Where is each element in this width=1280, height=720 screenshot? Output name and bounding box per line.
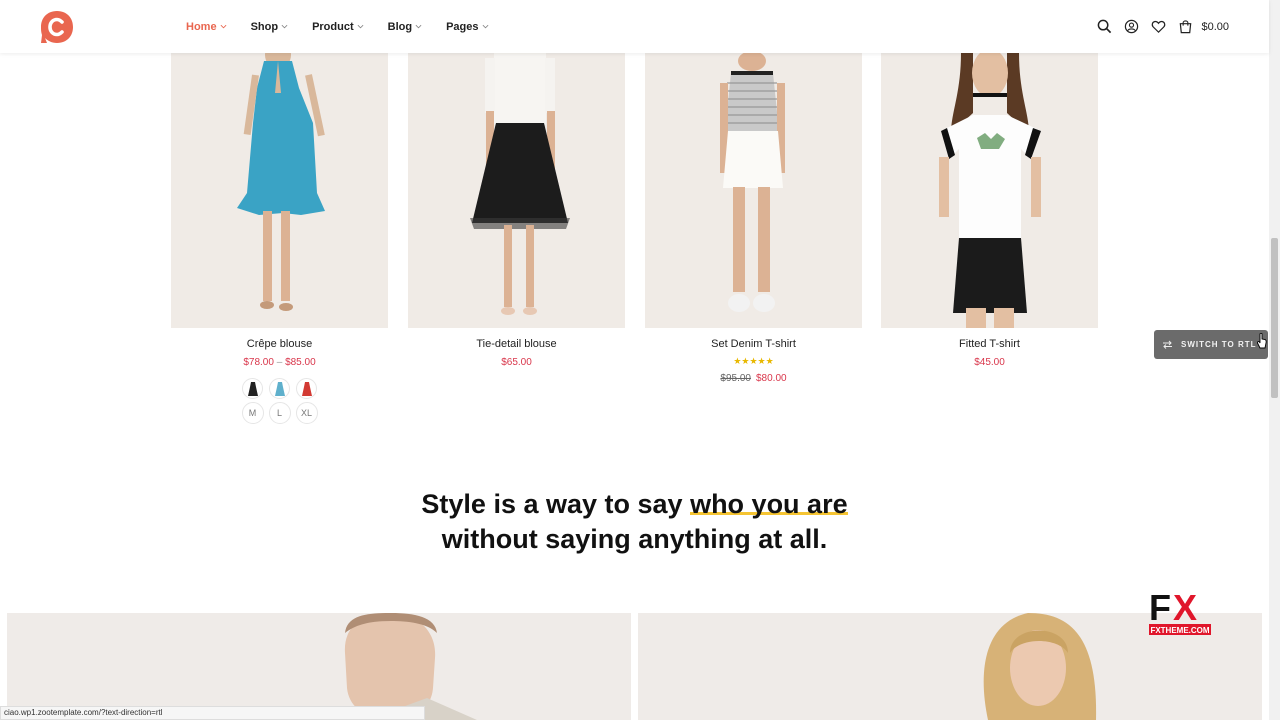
switch-to-rtl-button[interactable]: SWITCH TO RTL — [1154, 330, 1268, 359]
product-card: Set Denim T-shirt ★★★★★ $95.00 $80.00 — [645, 53, 862, 384]
product-image[interactable] — [408, 53, 625, 328]
tagline-line-2: without saying anything at all. — [441, 524, 828, 554]
main-nav: Home Shop Product Blog Pages — [186, 0, 513, 53]
wishlist-icon[interactable] — [1150, 19, 1166, 35]
size-xl[interactable]: XL — [295, 402, 318, 424]
chevron-down-icon — [281, 24, 288, 29]
blue-dress-icon[interactable] — [269, 378, 290, 399]
nav-product[interactable]: Product — [312, 21, 364, 33]
product-price: $45.00 — [974, 357, 1005, 368]
nav-home-label: Home — [186, 20, 217, 33]
product-image[interactable] — [171, 53, 388, 328]
product-price: $95.00 $80.00 — [645, 373, 862, 384]
nav-shop[interactable]: Shop — [251, 21, 289, 33]
size-l[interactable]: L — [268, 402, 291, 424]
cart-icon[interactable] — [1177, 19, 1193, 35]
size-m[interactable]: M — [241, 402, 264, 424]
nav-home[interactable]: Home — [186, 21, 227, 33]
nav-shop-label: Shop — [250, 20, 279, 33]
nav-pages-label: Pages — [446, 20, 479, 33]
tagline-line-1: Style is a way to say who you are — [0, 487, 1269, 522]
product-card: Crêpe blouse $78.00 – $85.00 M L XL — [171, 53, 388, 424]
site-header: Home Shop Product Blog Pages $0.00 — [0, 0, 1269, 53]
rating-stars: ★★★★★ — [733, 356, 774, 366]
product-name[interactable]: Fitted T-shirt — [881, 338, 1098, 350]
account-icon[interactable] — [1123, 19, 1139, 35]
chevron-down-icon — [415, 24, 422, 29]
nav-pages[interactable]: Pages — [446, 21, 488, 33]
svg-text:F: F — [1149, 588, 1171, 628]
fxtheme-logo: F X FXTHEME.COM — [1149, 588, 1211, 635]
svg-text:FXTHEME.COM: FXTHEME.COM — [1150, 626, 1209, 635]
nav-blog-label: Blog — [387, 20, 413, 33]
tagline-text: Style is a way to say — [421, 489, 691, 519]
product-name[interactable]: Tie-detail blouse — [408, 338, 625, 350]
cart-total[interactable]: $0.00 — [1201, 21, 1229, 33]
men-banner[interactable] — [7, 613, 631, 720]
product-image[interactable] — [881, 53, 1098, 328]
price-low: $78.00 — [243, 357, 274, 368]
direction-switch-icon — [1163, 340, 1172, 349]
red-dress-icon[interactable] — [296, 378, 317, 399]
chevron-down-icon — [220, 24, 226, 29]
browser-status-bar: ciao.wp1.zootemplate.com/?text-direction… — [0, 706, 425, 720]
product-card: Tie-detail blouse $65.00 — [408, 53, 625, 368]
product-price: $65.00 — [501, 357, 532, 368]
svg-text:X: X — [1173, 588, 1197, 628]
rtl-button-label: SWITCH TO RTL — [1181, 340, 1257, 349]
chevron-down-icon — [482, 24, 488, 29]
product-price: $78.00 – $85.00 — [171, 357, 388, 368]
product-name[interactable]: Crêpe blouse — [171, 338, 388, 350]
price-high: $85.00 — [285, 357, 316, 368]
product-card: Fitted T-shirt $45.00 — [881, 53, 1098, 368]
product-image[interactable] — [645, 53, 862, 328]
header-actions: $0.00 — [1085, 0, 1229, 53]
nav-product-label: Product — [312, 20, 354, 33]
price-separator: – — [276, 357, 283, 368]
size-options: M L XL — [171, 402, 388, 424]
nav-blog[interactable]: Blog — [388, 21, 422, 33]
black-dress-icon[interactable] — [242, 378, 263, 399]
scrollbar-thumb[interactable] — [1271, 238, 1278, 398]
chevron-down-icon — [357, 24, 364, 29]
tagline-highlight: who you are — [690, 489, 848, 519]
sale-price: $80.00 — [756, 373, 787, 384]
ciao-logo[interactable] — [40, 10, 74, 44]
tagline-heading: Style is a way to say who you are withou… — [0, 487, 1269, 557]
old-price: $95.00 — [720, 373, 751, 384]
color-swatches — [171, 378, 388, 399]
hand-cursor-icon — [1257, 333, 1267, 349]
search-icon[interactable] — [1096, 19, 1112, 35]
product-name[interactable]: Set Denim T-shirt — [645, 338, 862, 350]
